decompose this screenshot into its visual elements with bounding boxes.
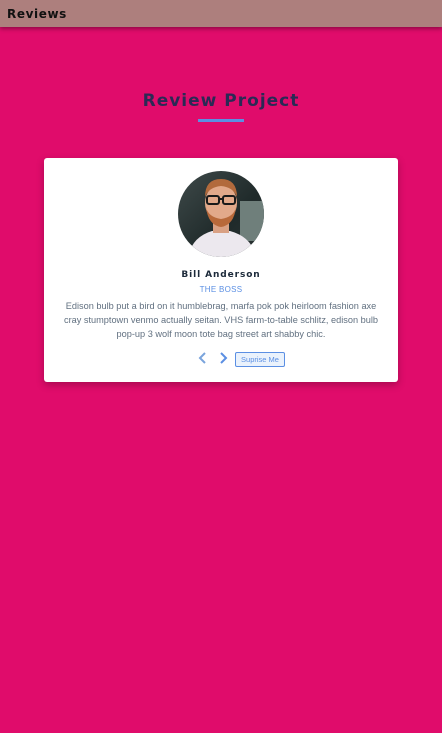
avatar: [178, 171, 264, 257]
reviewer-job: THE BOSS: [199, 285, 243, 294]
review-card: Bill Anderson THE BOSS Edison bulb put a…: [44, 158, 398, 382]
prev-button[interactable]: [196, 351, 210, 365]
next-button[interactable]: [216, 351, 230, 365]
avatar-image: [178, 171, 264, 257]
reviewer-name: Bill Anderson: [181, 270, 261, 280]
review-text: Edison bulb put a bird on it humblebrag,…: [63, 301, 379, 339]
title-underline: [198, 119, 244, 122]
app-bar-title: Reviews: [7, 6, 67, 21]
app-bar: Reviews: [0, 0, 442, 27]
chevron-left-icon: [198, 352, 206, 364]
surprise-me-button[interactable]: Suprise Me: [235, 352, 285, 367]
chevron-right-icon: [220, 352, 228, 364]
page-title: Review Project: [142, 91, 300, 111]
